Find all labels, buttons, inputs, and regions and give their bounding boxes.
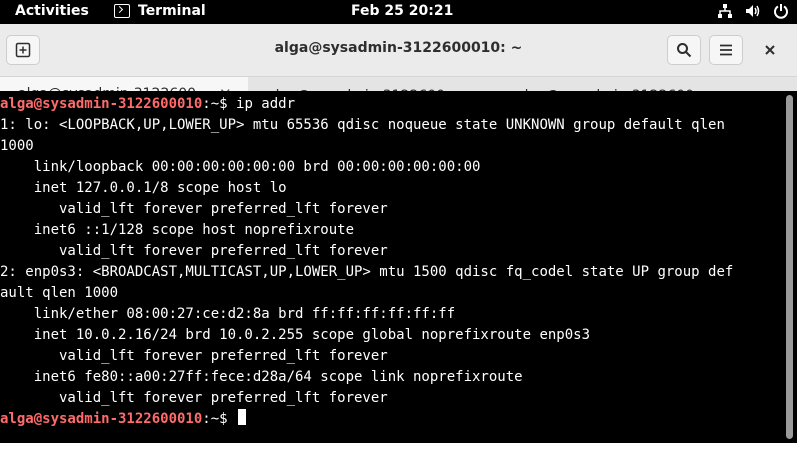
clock[interactable]: Feb 25 20:21 [351,3,453,19]
command-text: ip addr [236,96,296,112]
output-line: ault qlen 1000 [0,285,119,301]
output-line: link/loopback 00:00:00:00:00:00 brd 00:0… [0,159,481,175]
close-button[interactable] [762,42,778,58]
output-line: link/ether 08:00:27:ce:d2:8a brd ff:ff:f… [0,306,456,322]
output-line: inet 127.0.0.1/8 scope host lo [0,180,287,196]
prompt-suffix: :~$ [202,411,237,427]
output-line: valid_lft forever preferred_lft forever [0,201,388,217]
output-line: valid_lft forever preferred_lft forever [0,243,388,259]
command-line: alga@sysadmin-3122600010:~$ ip addr [0,94,295,115]
activities-button[interactable]: Activities [15,3,89,19]
search-button[interactable] [667,35,701,65]
output-line: inet6 ::1/128 scope host noprefixroute [0,222,355,238]
terminal-output[interactable]: alga@sysadmin-3122600010:~$ ip addr 1: l… [0,91,783,443]
hamburger-menu-icon [720,44,732,56]
prompt: alga@sysadmin-3122600010 [0,411,203,427]
output-line: 1000 [0,138,34,154]
scrollbar-thumb[interactable] [786,95,793,439]
header-bar: alga@sysadmin-3122600010: ~ [0,24,797,77]
output-line: valid_lft forever preferred_lft forever [0,390,388,406]
app-menu[interactable]: Terminal [114,3,206,19]
network-icon[interactable] [717,3,733,19]
text-cursor [238,409,247,425]
terminal-icon [114,4,130,18]
output-line: 1: lo: <LOOPBACK,UP,LOWER_UP> mtu 65536 … [0,117,725,133]
terminal-scrollbar[interactable] [783,91,797,443]
current-prompt-line[interactable]: alga@sysadmin-3122600010:~$ [0,409,247,430]
volume-icon[interactable] [745,3,761,19]
output-line: inet 10.0.2.16/24 brd 10.0.2.255 scope g… [0,327,591,343]
prompt: alga@sysadmin-3122600010 [0,96,203,112]
output-line: inet6 fe80::a00:27ff:fece:d28a/64 scope … [0,369,523,385]
top-bar: Activities Terminal Feb 25 20:21 [0,0,797,24]
power-icon[interactable] [773,3,789,19]
prompt-suffix: :~$ [202,96,237,112]
app-name: Terminal [138,3,206,19]
close-icon [765,45,775,55]
output-line: 2: enp0s3: <BROADCAST,MULTICAST,UP,LOWER… [0,264,734,280]
output-line: valid_lft forever preferred_lft forever [0,348,388,364]
system-tray[interactable] [717,3,789,19]
search-icon [677,43,692,58]
menu-button[interactable] [709,35,743,65]
